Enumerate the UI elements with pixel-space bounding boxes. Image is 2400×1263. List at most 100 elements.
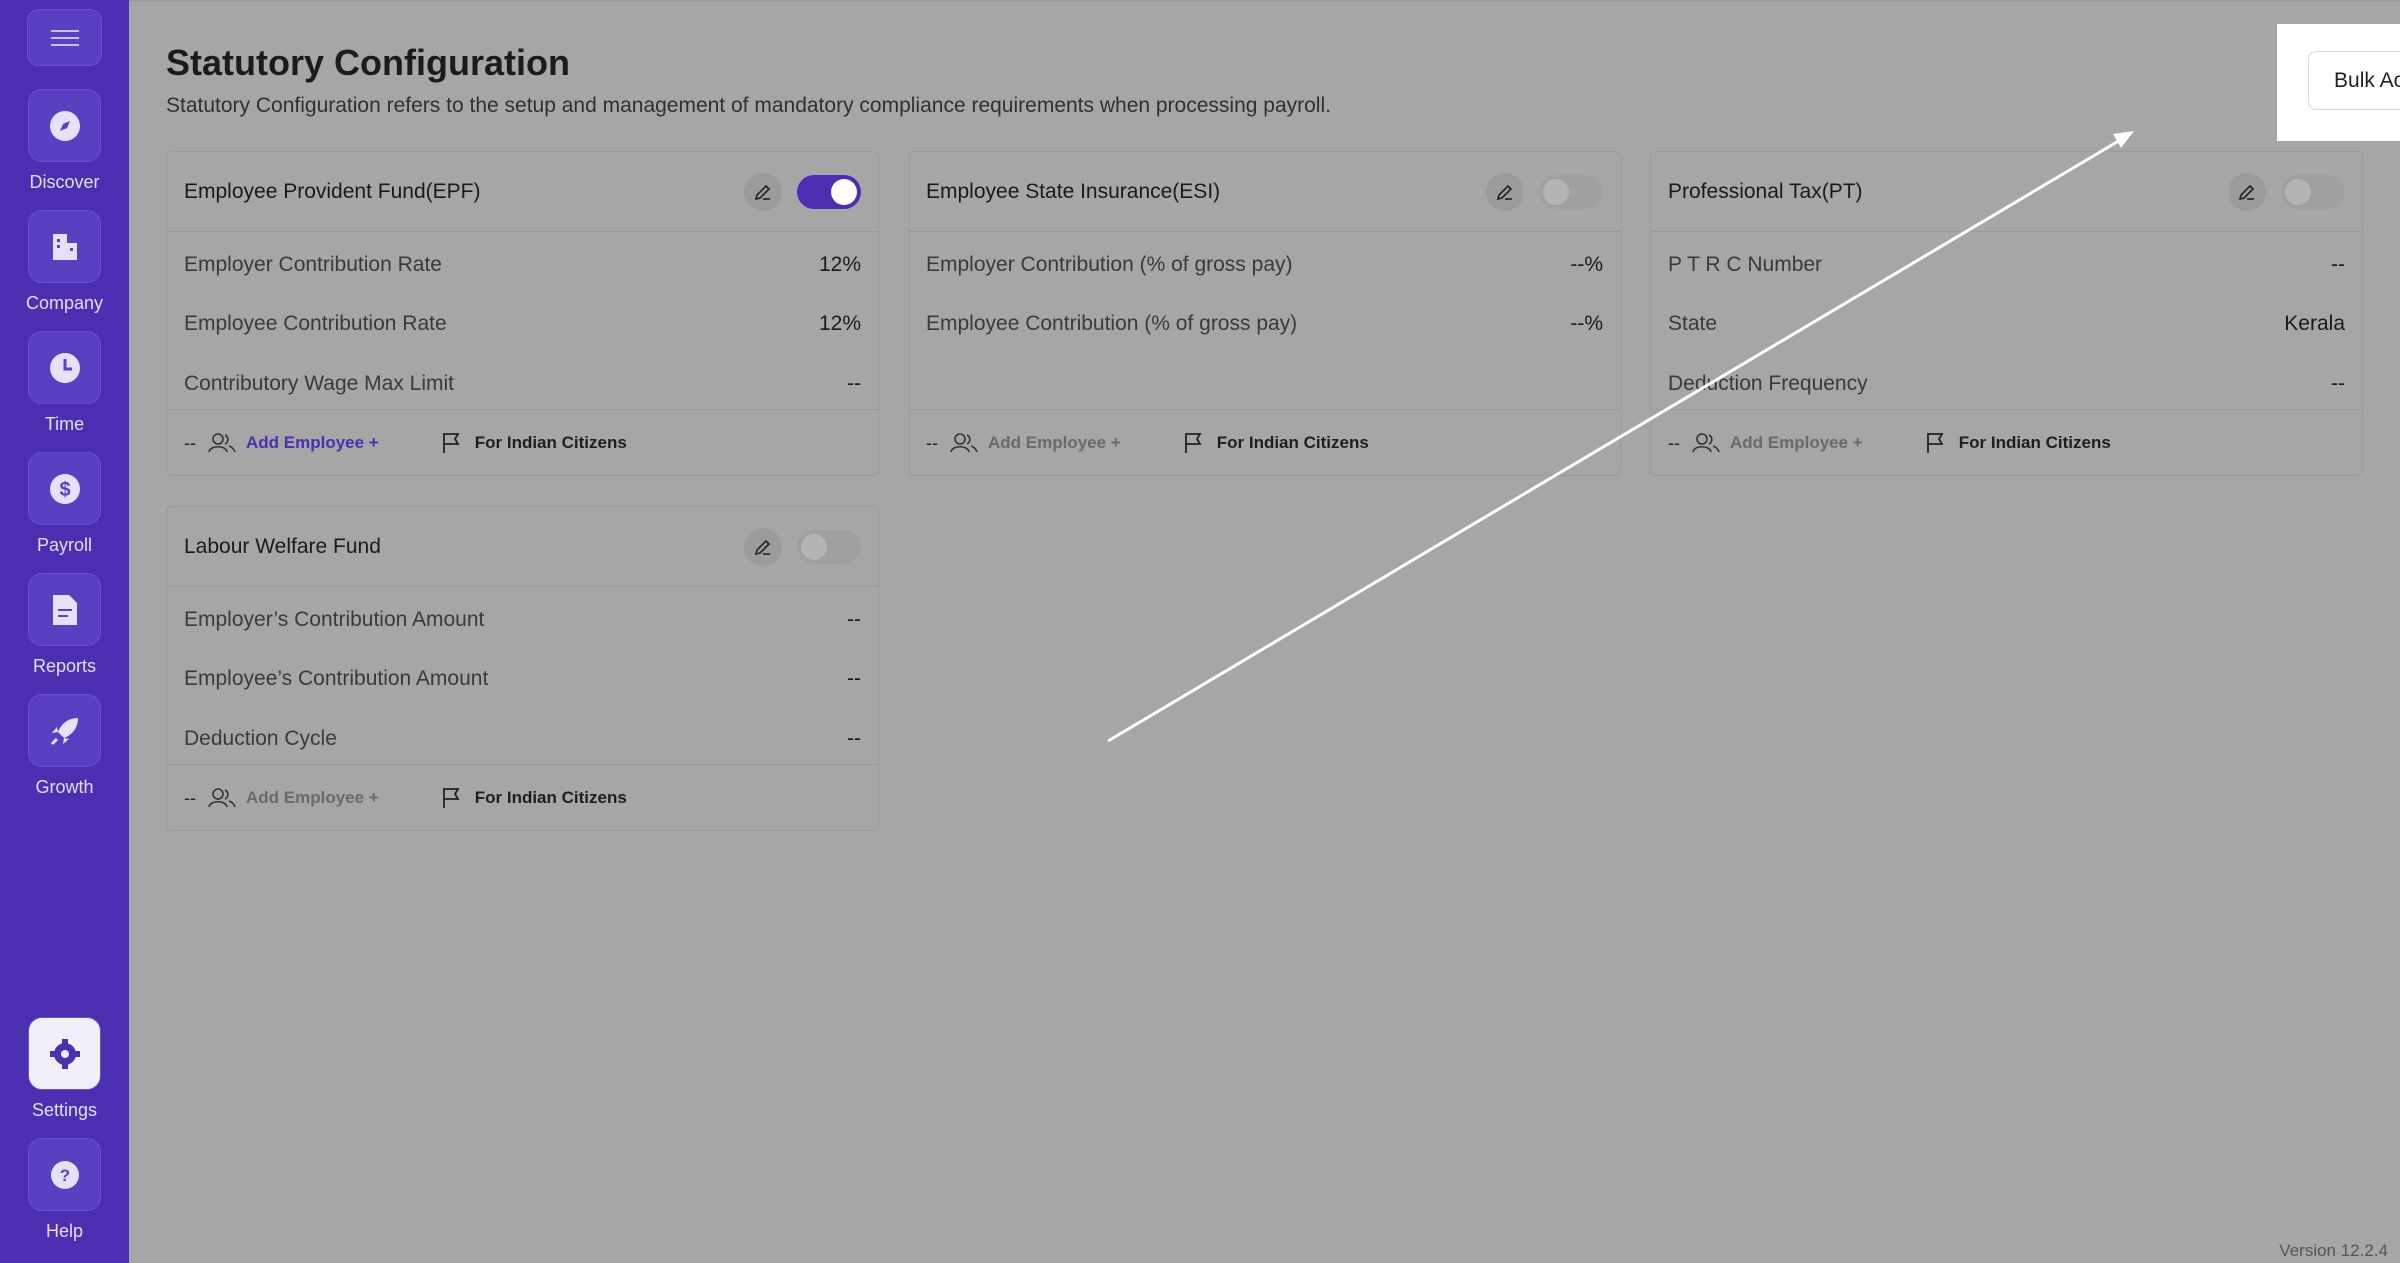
users-icon [208,433,236,453]
sidebar-item-company[interactable]: Company [0,210,129,314]
add-employee-link[interactable]: Add Employee + [246,433,379,453]
edit-button[interactable] [1486,172,1524,211]
sidebar-item-settings[interactable]: Settings [0,1017,129,1121]
card-title: Labour Welfare Fund [184,534,381,558]
svg-text:$: $ [59,479,70,501]
discover-button[interactable] [28,89,101,162]
sidebar-item-label: Help [45,1221,84,1241]
card-row: Employee Contribution Rate 12% [167,295,878,355]
lwf-card: Labour Welfare Fund Employer’s Contribut… [166,506,879,831]
card-row: Employer’s Contribution Amount -- [167,590,878,650]
card-rows: Employer’s Contribution Amount -- Employ… [167,587,878,765]
rocket-icon [50,717,78,745]
bulk-action-button[interactable]: Bulk Action [2308,51,2400,110]
sidebar-item-growth[interactable]: Growth [0,694,129,798]
row-value: -- [2331,252,2345,276]
page-description: Statutory Configuration refers to the se… [166,94,1331,117]
card-header: Employee State Insurance(ESI) [909,152,1620,232]
card-rows: Employer Contribution Rate 12% Employee … [167,232,878,410]
epf-toggle[interactable] [797,174,861,209]
row-value: Kerala [2284,312,2345,336]
users-icon [208,788,236,808]
version-text: Version 12.2.4 [2279,1241,2388,1260]
card-row: State Kerala [1651,295,2362,355]
sidebar-item-time[interactable]: Time [0,331,129,435]
card-row: Employer Contribution (% of gross pay) -… [909,235,1620,295]
row-label: Contributory Wage Max Limit [184,371,454,395]
citizenship-flag: For Indian Citizens [441,787,627,809]
flag-icon [1926,433,1944,453]
row-value: --% [1570,252,1603,276]
main-content: Statutory Configuration Statutory Config… [129,0,2400,1263]
card-title: Employee State Insurance(ESI) [926,179,1221,203]
sidebar-item-help[interactable]: ? Help [0,1138,129,1242]
add-employee-link[interactable]: Add Employee + [246,788,379,808]
flag-icon [1184,433,1202,453]
sidebar-item-reports[interactable]: Reports [0,573,129,677]
edit-button[interactable] [2228,172,2266,211]
esi-toggle[interactable] [1539,174,1603,209]
row-label: Deduction Cycle [184,726,337,750]
svg-text:?: ? [59,1166,69,1185]
row-label: Employee’s Contribution Amount [184,667,489,691]
help-button[interactable]: ? [28,1138,101,1211]
card-row: P T R C Number -- [1651,235,2362,295]
sidebar-item-discover[interactable]: Discover [0,89,129,193]
lwf-toggle[interactable] [797,529,861,564]
hamburger-icon [50,29,79,46]
time-button[interactable] [28,331,101,404]
flag-label: For Indian Citizens [1216,433,1369,452]
clock-icon [49,352,80,383]
card-footer: -- Add Employee + For Indian Citizens [1651,410,2362,476]
employee-count: -- [184,432,196,453]
pencil-icon [1496,184,1513,200]
row-label: Employer Contribution Rate [184,252,442,276]
building-icon [52,233,77,260]
row-label: Employer Contribution (% of gross pay) [926,252,1293,276]
card-row: Contributory Wage Max Limit -- [167,354,878,414]
page-title: Statutory Configuration [166,42,570,83]
document-icon [52,594,77,625]
card-row: Employee Contribution (% of gross pay) -… [909,295,1620,355]
employee-count: -- [184,787,196,808]
row-value: -- [847,667,861,691]
growth-button[interactable] [28,694,101,767]
users-icon [950,433,978,453]
help-icon: ? [50,1160,79,1189]
edit-button[interactable] [744,527,782,566]
edit-button[interactable] [744,172,782,211]
employee-count: -- [926,432,938,453]
add-employee-link[interactable]: Add Employee + [1730,433,1863,453]
settings-button[interactable] [28,1017,101,1090]
esi-card: Employee State Insurance(ESI) Employer C… [908,151,1621,476]
payroll-button[interactable]: $ [28,452,101,525]
row-value: -- [847,726,861,750]
pt-toggle[interactable] [2281,174,2345,209]
compass-icon [49,110,80,141]
card-row: Employer Contribution Rate 12% [167,235,878,295]
pt-card: Professional Tax(PT) P T R C Number -- S… [1650,151,2363,476]
row-label: Deduction Frequency [1668,371,1868,395]
row-value: --% [1570,312,1603,336]
add-employee-link[interactable]: Add Employee + [988,433,1121,453]
row-value: -- [847,607,861,631]
sidebar-item-label: Payroll [36,535,93,555]
card-header: Labour Welfare Fund [167,507,878,587]
card-header: Professional Tax(PT) [1651,152,2362,232]
row-label: Employer’s Contribution Amount [184,607,485,631]
flag-icon [442,788,460,808]
row-label: Employee Contribution (% of gross pay) [926,312,1298,336]
pencil-icon [2238,184,2255,200]
sidebar-item-label: Discover [29,172,100,192]
sidebar-item-payroll[interactable]: $ Payroll [0,452,129,556]
card-header: Employee Provident Fund(EPF) [167,152,878,232]
menu-button[interactable] [27,9,102,66]
flag-label: For Indian Citizens [1958,433,2111,452]
epf-card: Employee Provident Fund(EPF) Employer Co… [166,151,879,476]
company-button[interactable] [28,210,101,283]
sidebar-item-label: Reports [32,656,97,676]
reports-button[interactable] [28,573,101,646]
card-row: Deduction Frequency -- [1651,354,2362,414]
flag-label: For Indian Citizens [474,433,627,452]
card-footer: -- Add Employee + For Indian Citizens [167,765,878,831]
